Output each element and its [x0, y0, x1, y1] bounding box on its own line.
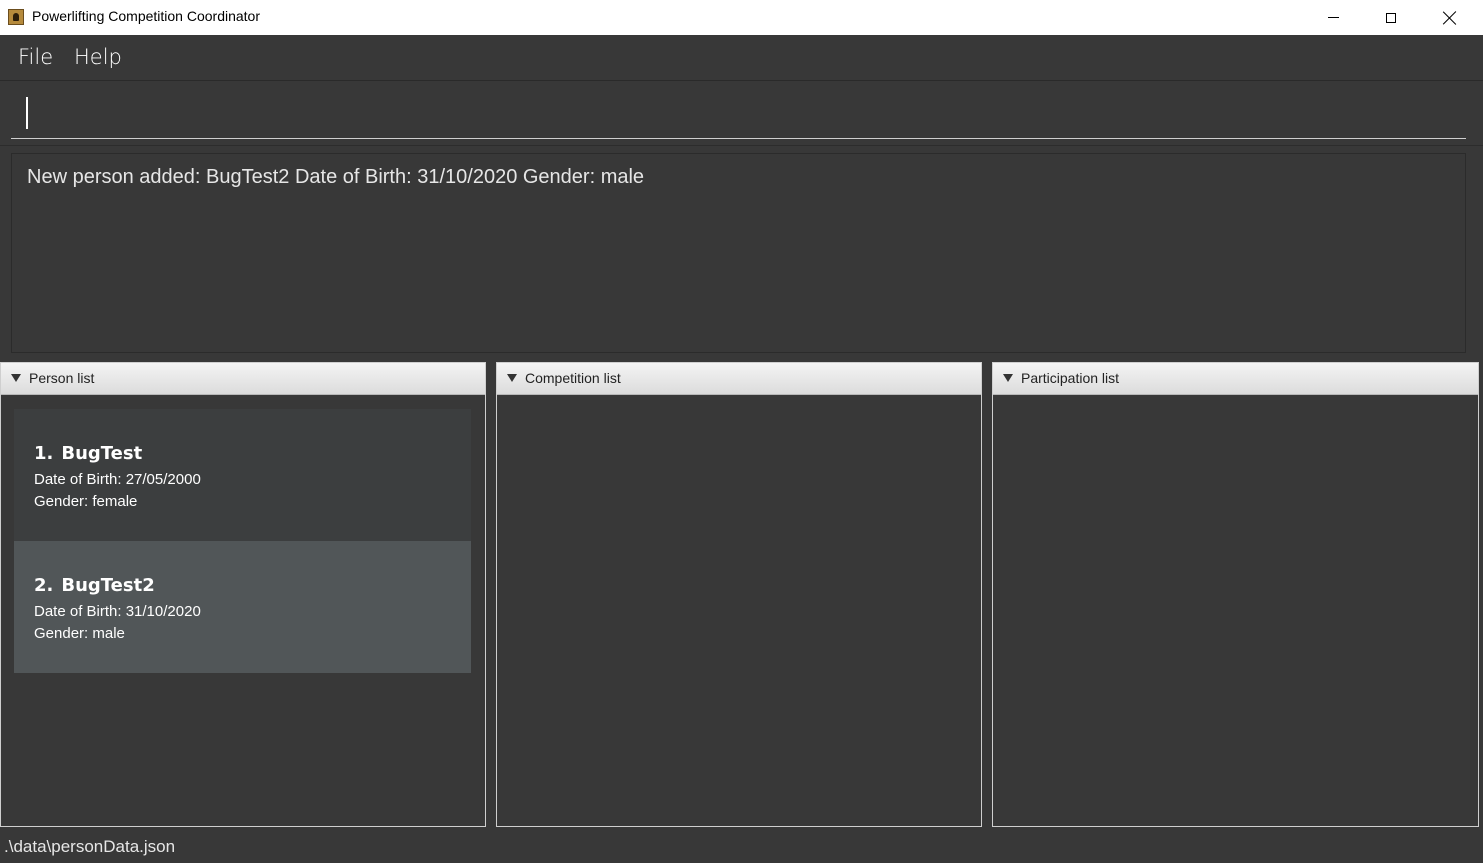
menu-bar: File Help: [0, 35, 1483, 81]
app-icon: [8, 9, 24, 25]
competition-list-title: Competition list: [525, 370, 621, 386]
maximize-button[interactable]: [1362, 0, 1420, 35]
competition-list-body: [497, 395, 981, 826]
window-title: Powerlifting Competition Coordinator: [32, 8, 260, 24]
person-name: 2. BugTest2: [34, 575, 155, 596]
person-name-text: BugTest2: [61, 575, 155, 596]
divider: [0, 145, 1483, 146]
person-list-header[interactable]: Person list: [1, 363, 485, 395]
person-index: 1.: [34, 443, 54, 464]
participation-list-panel: Participation list: [992, 362, 1479, 827]
minimize-icon: [1327, 17, 1339, 18]
person-list-title: Person list: [29, 370, 95, 386]
participation-list-header[interactable]: Participation list: [993, 363, 1478, 395]
person-name: 1. BugTest: [34, 443, 142, 464]
chevron-down-icon[interactable]: [11, 374, 21, 382]
person-list-panel: Person list 1. BugTest Date of Birth: 27/…: [0, 362, 486, 827]
menu-help[interactable]: Help: [74, 45, 122, 69]
status-bar: .\data\personData.json: [0, 830, 1483, 863]
person-index: 2.: [34, 575, 54, 596]
person-dob: Date of Birth: 31/10/2020: [34, 603, 201, 620]
result-display: New person added: BugTest2 Date of Birth…: [11, 153, 1466, 353]
text-caret: [26, 97, 28, 129]
chevron-down-icon[interactable]: [507, 374, 517, 382]
command-input[interactable]: [21, 98, 1455, 132]
close-button[interactable]: [1421, 0, 1479, 35]
minimize-button[interactable]: [1304, 0, 1362, 35]
menu-file[interactable]: File: [18, 45, 53, 69]
window-title-bar: Powerlifting Competition Coordinator: [0, 0, 1483, 35]
person-card[interactable]: 1. BugTest Date of Birth: 27/05/2000 Gend…: [14, 409, 471, 541]
person-card-selected[interactable]: 2. BugTest2 Date of Birth: 31/10/2020 Gen…: [14, 541, 471, 673]
maximize-icon: [1386, 12, 1396, 23]
person-dob: Date of Birth: 27/05/2000: [34, 471, 201, 488]
person-gender: Gender: female: [34, 493, 138, 510]
competition-list-header[interactable]: Competition list: [497, 363, 981, 395]
competition-list-panel: Competition list: [496, 362, 982, 827]
participation-list-body: [993, 395, 1478, 826]
status-file-path: .\data\personData.json: [4, 837, 176, 856]
person-list-body: 1. BugTest Date of Birth: 27/05/2000 Gend…: [1, 395, 485, 826]
result-message: New person added: BugTest2 Date of Birth…: [27, 166, 645, 188]
person-name-text: BugTest: [61, 443, 143, 464]
person-gender: Gender: male: [34, 625, 125, 642]
participation-list-title: Participation list: [1021, 370, 1120, 386]
command-box: [11, 90, 1466, 139]
chevron-down-icon[interactable]: [1003, 374, 1013, 382]
close-icon: [1443, 11, 1457, 25]
